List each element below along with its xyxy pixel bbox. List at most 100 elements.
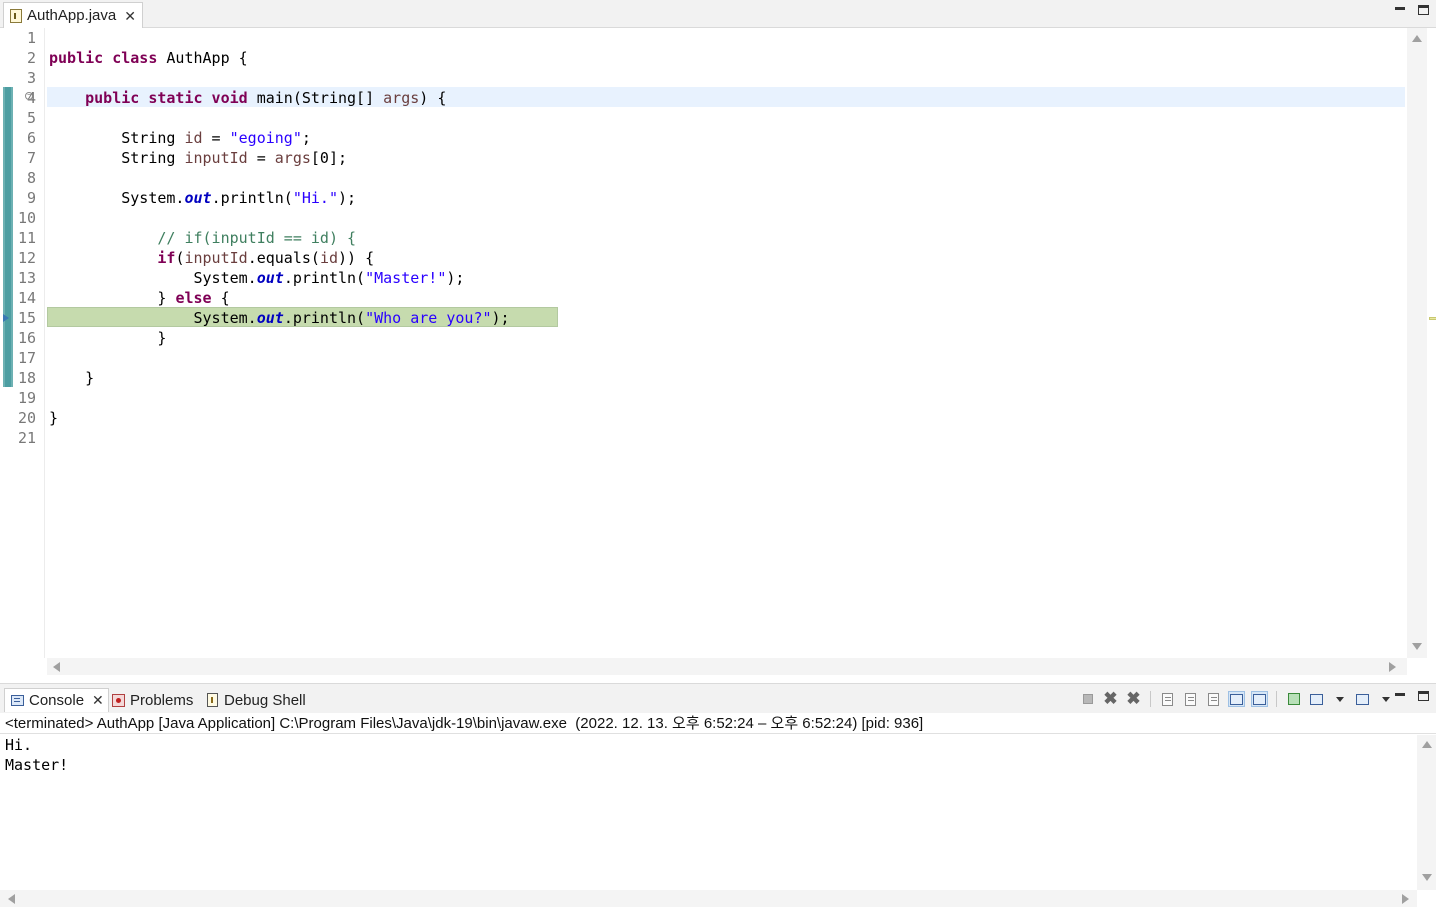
code-text-area[interactable]: public class AuthApp { public static voi… <box>47 28 1407 658</box>
code-token: } <box>49 289 176 307</box>
tab-console[interactable]: Console ✕ <box>4 688 109 712</box>
code-line[interactable]: System.out.println("Who are you?"); <box>49 308 510 328</box>
code-line[interactable]: System.out.println("Master!"); <box>49 268 464 288</box>
overview-annotation-mark[interactable] <box>1429 317 1436 320</box>
code-line[interactable]: } else { <box>49 288 230 308</box>
remove-all-terminated-button[interactable]: ✖ <box>1125 689 1142 708</box>
code-token: { <box>211 289 230 307</box>
scroll-left-icon[interactable] <box>53 662 60 672</box>
code-token: id <box>319 249 338 267</box>
code-token: inputId <box>184 149 248 167</box>
code-token: "Hi." <box>292 189 338 207</box>
display-console-icon <box>1310 693 1323 705</box>
display-console-dropdown[interactable] <box>1331 691 1348 707</box>
code-token: ); <box>491 309 510 327</box>
code-token: main(String[] <box>247 89 384 107</box>
code-token: "egoing" <box>229 129 302 147</box>
stop-icon <box>1082 694 1093 704</box>
maximize-icon[interactable] <box>1418 5 1429 15</box>
line-number: 11 <box>17 229 36 247</box>
console-horizontal-scrollbar[interactable] <box>0 890 1417 907</box>
editor-tab-bar: AuthApp.java ✕ <box>0 0 1436 28</box>
open-console-icon <box>1356 693 1369 705</box>
code-token: } <box>49 369 95 387</box>
show-on-stdout-button[interactable] <box>1228 691 1245 707</box>
show-on-stderr-button[interactable] <box>1251 691 1268 707</box>
code-line[interactable]: public static void main(String[] args) { <box>49 88 446 108</box>
line-number-gutter[interactable]: 1 2 3 4 5 6 7 8 9 10 11 12 13 14 15 16 17 18 19 20 21 <box>15 28 45 658</box>
scroll-right-icon[interactable] <box>1389 662 1396 672</box>
show-stdout-icon <box>1230 693 1243 705</box>
debug-shell-icon <box>207 693 218 707</box>
editor-vertical-scrollbar[interactable] <box>1407 28 1427 658</box>
tab-problems-label: Problems <box>130 691 194 709</box>
line-number: 3 <box>26 69 36 87</box>
code-token: System. <box>49 269 257 287</box>
scroll-up-icon[interactable] <box>1412 35 1422 42</box>
code-token: .println( <box>211 189 293 207</box>
pin-console-button[interactable] <box>1285 691 1302 707</box>
scroll-lock-button[interactable] <box>1182 691 1199 707</box>
terminate-button[interactable] <box>1079 691 1096 707</box>
chevron-down-icon <box>1335 696 1344 702</box>
close-icon[interactable]: ✕ <box>124 9 136 23</box>
minimize-icon[interactable] <box>1395 693 1405 696</box>
code-line[interactable]: if(inputId.equals(id)) { <box>49 248 374 268</box>
line-number: 16 <box>17 329 36 347</box>
scroll-left-icon[interactable] <box>8 894 15 904</box>
console-output-line: Master! <box>5 756 69 774</box>
code-line[interactable]: String inputId = args[0]; <box>49 148 347 168</box>
pin-icon <box>1287 693 1300 705</box>
console-view-tab-bar: Console ✕ Problems Debug Shell ✖ ✖ <box>0 683 1436 713</box>
code-token: public class <box>49 49 158 67</box>
code-line[interactable]: } <box>49 368 94 388</box>
console-output[interactable]: Hi. Master! <box>3 735 1417 890</box>
code-token: = <box>247 149 275 167</box>
open-console-button[interactable] <box>1354 691 1371 707</box>
display-console-button[interactable] <box>1308 691 1325 707</box>
minimize-icon[interactable] <box>1395 7 1405 10</box>
open-console-dropdown[interactable] <box>1377 691 1394 707</box>
tab-debug-shell-label: Debug Shell <box>224 691 306 709</box>
word-wrap-button[interactable] <box>1205 691 1222 707</box>
code-token: [0]; <box>310 149 348 167</box>
problems-icon <box>112 693 125 707</box>
chevron-down-icon <box>1381 696 1390 702</box>
scroll-lock-icon <box>1185 692 1196 706</box>
editor-tab-authapp[interactable]: AuthApp.java ✕ <box>3 2 143 28</box>
code-line[interactable]: } <box>49 408 58 428</box>
code-token: "Master!" <box>365 269 447 287</box>
code-line[interactable]: public class AuthApp { <box>49 48 248 68</box>
scroll-down-icon[interactable] <box>1422 874 1432 881</box>
quick-diff-bar <box>3 87 13 387</box>
close-icon[interactable]: ✕ <box>92 692 104 709</box>
scroll-down-icon[interactable] <box>1412 643 1422 650</box>
maximize-icon[interactable] <box>1418 691 1429 701</box>
overview-ruler[interactable] <box>1429 28 1436 658</box>
fold-collapse-icon[interactable]: − <box>25 92 33 100</box>
code-token: String <box>49 129 185 147</box>
line-number: 13 <box>17 269 36 287</box>
code-token: String <box>49 149 185 167</box>
line-number: 15 <box>17 309 36 327</box>
code-token: out <box>256 309 284 327</box>
code-line[interactable]: } <box>49 328 166 348</box>
line-number: 6 <box>26 129 36 147</box>
code-editor[interactable]: 1 2 3 4 5 6 7 8 9 10 11 12 13 14 15 16 17 18 19 20 21 − publ… <box>3 28 1436 678</box>
line-number: 20 <box>17 409 36 427</box>
code-token: args <box>383 89 420 107</box>
tab-problems[interactable]: Problems <box>112 688 193 712</box>
code-token: .println( <box>283 309 366 327</box>
code-line[interactable]: // if(inputId == id) { <box>49 228 356 248</box>
code-line[interactable]: String id = "egoing"; <box>49 128 311 148</box>
editor-horizontal-scrollbar[interactable] <box>47 658 1407 675</box>
scroll-up-icon[interactable] <box>1422 741 1432 748</box>
tab-debug-shell[interactable]: Debug Shell <box>207 688 306 712</box>
clear-console-button[interactable] <box>1159 691 1176 707</box>
scroll-right-icon[interactable] <box>1402 894 1409 904</box>
code-token: ) { <box>419 89 447 107</box>
code-line[interactable]: System.out.println("Hi."); <box>49 188 356 208</box>
console-vertical-scrollbar[interactable] <box>1417 735 1436 890</box>
remove-launch-button[interactable]: ✖ <box>1102 689 1119 708</box>
